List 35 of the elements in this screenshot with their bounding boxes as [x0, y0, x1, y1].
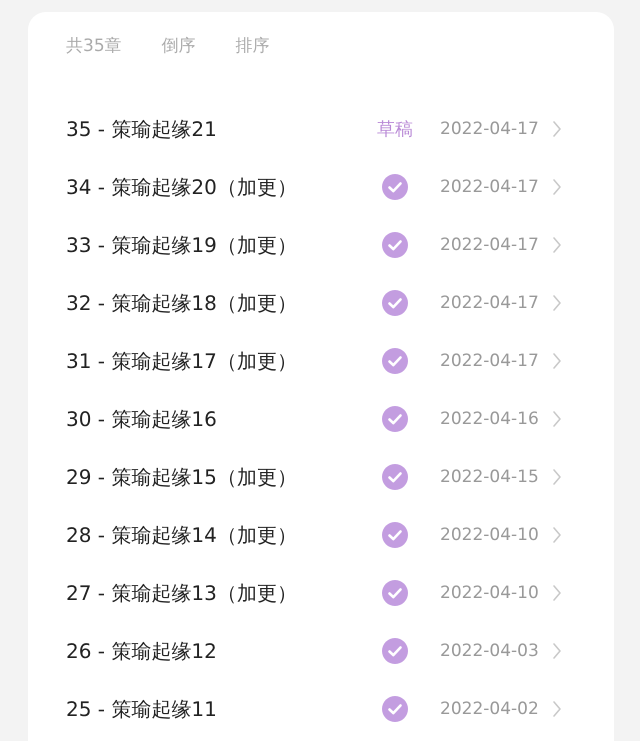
- chapter-title[interactable]: 27 - 策瑜起缘13（加更）: [66, 580, 356, 606]
- chapter-date: 2022-04-10: [440, 583, 540, 603]
- chapter-title[interactable]: 29 - 策瑜起缘15（加更）: [66, 464, 356, 490]
- chapter-date: 2022-04-15: [440, 467, 540, 487]
- chevron-right-icon[interactable]: [552, 468, 562, 486]
- chevron-right-icon[interactable]: [552, 526, 562, 544]
- chevron-right-icon[interactable]: [552, 410, 562, 428]
- chevron-right-icon[interactable]: [552, 294, 562, 312]
- chapter-title[interactable]: 25 - 策瑜起缘11: [66, 696, 356, 722]
- chapter-title[interactable]: 26 - 策瑜起缘12: [66, 638, 356, 664]
- chevron-right-icon[interactable]: [552, 642, 562, 660]
- chapter-title[interactable]: 28 - 策瑜起缘14（加更）: [66, 522, 356, 548]
- chevron-right-icon[interactable]: [552, 584, 562, 602]
- chapter-title[interactable]: 31 - 策瑜起缘17（加更）: [66, 348, 356, 374]
- chapter-title[interactable]: 30 - 策瑜起缘16: [66, 406, 356, 432]
- chapter-date: 2022-04-17: [440, 293, 540, 313]
- chapter-title[interactable]: 34 - 策瑜起缘20（加更）: [66, 174, 356, 200]
- chapter-date: 2022-04-17: [440, 119, 540, 139]
- chapter-date: 2022-04-17: [440, 177, 540, 197]
- chapter-date: 2022-04-10: [440, 525, 540, 545]
- chapter-title[interactable]: 32 - 策瑜起缘18（加更）: [66, 290, 356, 316]
- chapter-date: 2022-04-17: [440, 351, 540, 371]
- chapter-date: 2022-04-16: [440, 409, 540, 429]
- chapter-title[interactable]: 35 - 策瑜起缘21: [66, 116, 356, 142]
- chevron-right-icon[interactable]: [552, 700, 562, 718]
- chevron-right-icon[interactable]: [552, 236, 562, 254]
- chevron-right-icon[interactable]: [552, 352, 562, 370]
- chapter-date: 2022-04-02: [440, 699, 540, 719]
- chevron-right-icon[interactable]: [552, 178, 562, 196]
- chapter-title[interactable]: 33 - 策瑜起缘19（加更）: [66, 232, 356, 258]
- draft-label: 草稿: [377, 118, 413, 141]
- chapter-count: 共35章: [66, 34, 122, 56]
- chapter-date: 2022-04-03: [440, 641, 540, 661]
- chapter-date: 2022-04-17: [440, 235, 540, 255]
- chevron-right-icon[interactable]: [552, 120, 562, 138]
